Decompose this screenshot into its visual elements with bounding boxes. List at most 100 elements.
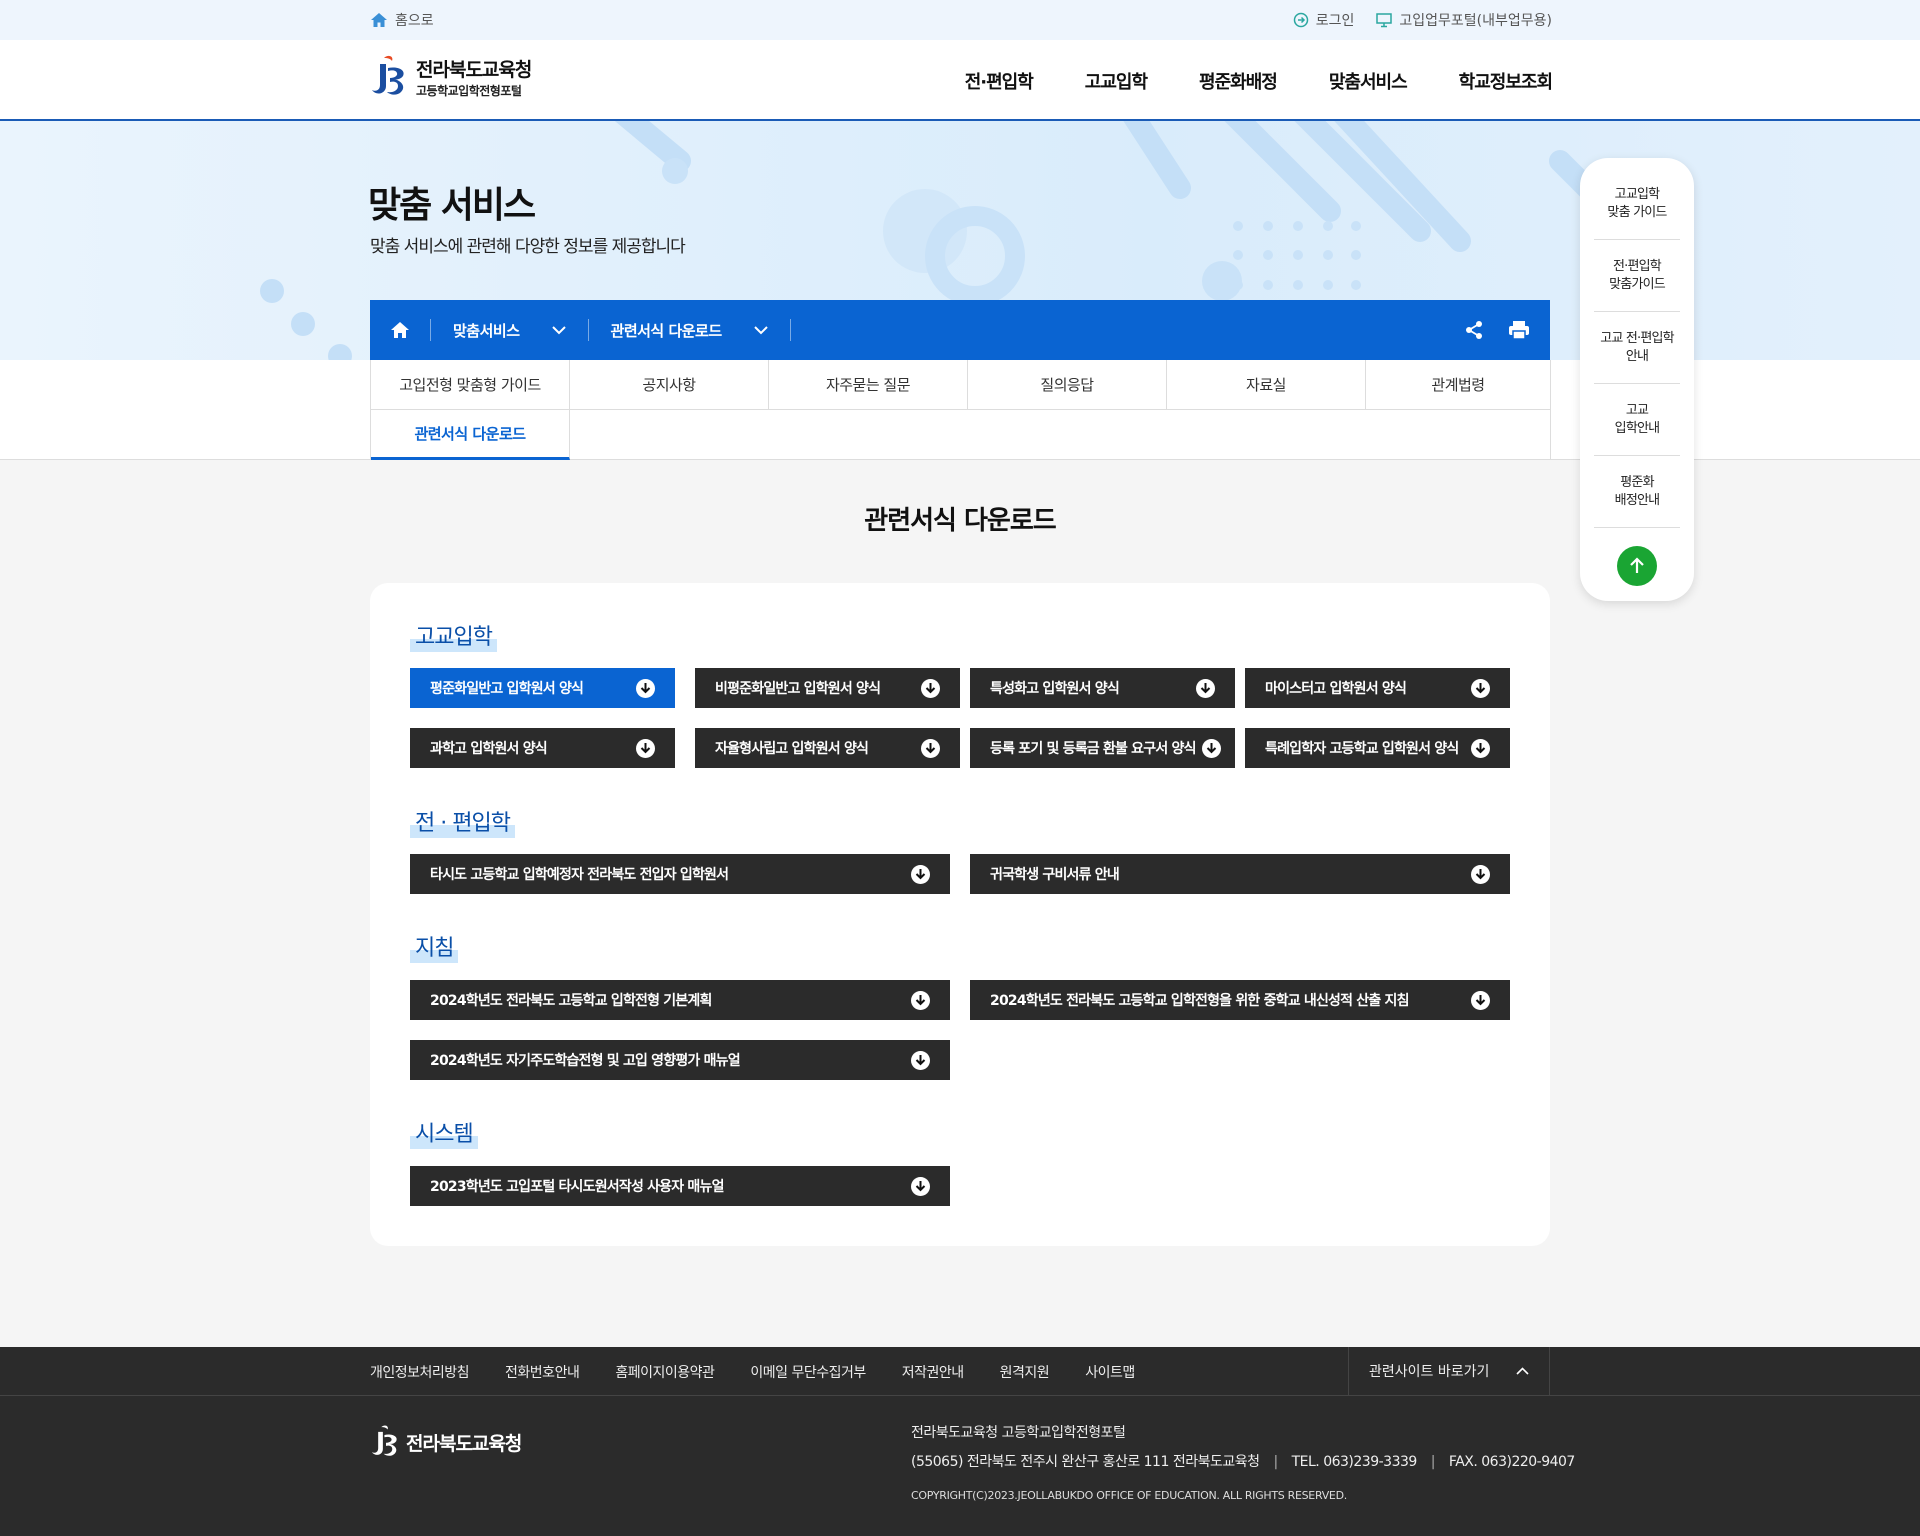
download-label: 마이스터고 입학원서 양식 bbox=[1265, 681, 1407, 697]
download-icon bbox=[1201, 738, 1221, 758]
admin-portal-label: 고입업무포털(내부업무용) bbox=[1399, 13, 1552, 29]
download-label: 특례입학자 고등학교 입학원서 양식 bbox=[1265, 741, 1459, 757]
logo-main: 전라북도교육청 bbox=[416, 59, 532, 81]
download-label: 특성화고 입학원서 양식 bbox=[990, 681, 1120, 697]
download-button[interactable]: 2023학년도 고입포털 타시도원서작성 사용자 매뉴얼 bbox=[410, 1166, 950, 1206]
footer-link-terms[interactable]: 홈페이지이용약관 bbox=[615, 1362, 715, 1382]
tab-qna[interactable]: 질의응답 bbox=[968, 360, 1167, 410]
logo-text: 전라북도교육청 고등학교입학전형포털 bbox=[416, 55, 532, 99]
footer-link-phone[interactable]: 전화번호안내 bbox=[505, 1362, 580, 1382]
quick-assignment-info[interactable]: 평준화 배정안내 bbox=[1594, 456, 1680, 528]
download-button[interactable]: 타시도 고등학교 입학예정자 전라북도 전입자 입학원서 bbox=[410, 854, 950, 894]
footer-tel: TEL. 063)239-3339 bbox=[1291, 1454, 1418, 1470]
download-button[interactable]: 특성화고 입학원서 양식 bbox=[970, 668, 1235, 708]
download-button[interactable]: 귀국학생 구비서류 안내 bbox=[970, 854, 1510, 894]
footer-link-email[interactable]: 이메일 무단수집거부 bbox=[750, 1362, 866, 1382]
download-icon bbox=[636, 738, 655, 758]
site-header: 전라북도교육청 고등학교입학전형포털 전·편입학 고교입학 평준화배정 맞춤서비… bbox=[0, 40, 1920, 121]
footer-address: (55065) 전라북도 전주시 완산구 홍산로 111 전라북도교육청 bbox=[911, 1454, 1260, 1470]
login-link[interactable]: 로그인 bbox=[1293, 10, 1355, 30]
tab-laws[interactable]: 관계법령 bbox=[1366, 360, 1551, 410]
footer-link-copyright[interactable]: 저작권안내 bbox=[902, 1362, 964, 1382]
download-button[interactable]: 2024학년도 전라북도 고등학교 입학전형 기본계획 bbox=[410, 980, 950, 1020]
quick-transfer-info[interactable]: 고교 전·편입학 안내 bbox=[1594, 312, 1680, 384]
download-label: 2024학년도 전라북도 고등학교 입학전형 기본계획 bbox=[430, 993, 712, 1009]
related-sites-dropdown[interactable]: 관련사이트 바로가기 bbox=[1348, 1347, 1550, 1395]
location-separator bbox=[789, 319, 791, 341]
download-icon bbox=[911, 864, 930, 884]
download-button[interactable]: 2024학년도 전라북도 고등학교 입학전형을 위한 중학교 내신성적 산출 지… bbox=[970, 980, 1510, 1020]
download-label: 비평준화일반고 입학원서 양식 bbox=[715, 681, 881, 697]
footer-divider bbox=[0, 1395, 1920, 1396]
location-depth2-dropdown[interactable]: 관련서식 다운로드 bbox=[589, 320, 790, 341]
tab-notice[interactable]: 공지사항 bbox=[570, 360, 769, 410]
gnb-highschool-admission[interactable]: 고교입학 bbox=[1085, 68, 1148, 94]
footer-links: 개인정보처리방침 전화번호안내 홈페이지이용약관 이메일 무단수집거부 저작권안… bbox=[370, 1347, 1135, 1397]
download-icon bbox=[911, 990, 930, 1010]
utility-bar bbox=[0, 0, 1920, 40]
admin-portal-link[interactable]: 고입업무포털(내부업무용) bbox=[1376, 10, 1552, 30]
section-title-system: 시스템 bbox=[410, 1116, 478, 1149]
chevron-down-icon bbox=[753, 325, 768, 334]
footer-link-privacy[interactable]: 개인정보처리방침 bbox=[370, 1362, 470, 1382]
download-icon bbox=[1471, 990, 1490, 1010]
download-label: 평준화일반고 입학원서 양식 bbox=[430, 681, 584, 697]
download-button[interactable]: 2024학년도 자기주도학습전형 및 고입 영향평가 매뉴얼 bbox=[410, 1040, 950, 1080]
location-depth2-label: 관련서식 다운로드 bbox=[610, 321, 723, 340]
section-title-guidelines: 지침 bbox=[410, 930, 459, 963]
tab-guide[interactable]: 고입전형 맞춤형 가이드 bbox=[371, 360, 570, 410]
download-label: 과학고 입학원서 양식 bbox=[430, 741, 548, 757]
location-depth1-dropdown[interactable]: 맞춤서비스 bbox=[431, 320, 588, 341]
gnb-transfer[interactable]: 전·편입학 bbox=[965, 68, 1034, 94]
hero-subtitle: 맞춤 서비스에 관련해 다양한 정보를 제공합니다 bbox=[370, 237, 686, 257]
download-icon bbox=[911, 1050, 930, 1070]
download-button[interactable]: 등록 포기 및 등록금 환불 요구서 양식 bbox=[970, 728, 1235, 768]
footer-org: 전라북도교육청 고등학교입학전형포털 bbox=[911, 1425, 1126, 1441]
download-label: 자율형사립고 입학원서 양식 bbox=[715, 741, 869, 757]
download-icon bbox=[911, 1176, 930, 1196]
scroll-top-button[interactable] bbox=[1617, 546, 1657, 586]
download-label: 귀국학생 구비서류 안내 bbox=[990, 867, 1120, 883]
share-icon[interactable] bbox=[1464, 320, 1484, 340]
login-label: 로그인 bbox=[1315, 13, 1355, 29]
quick-menu: 고교입학 맞춤 가이드 전·편입학 맞춤가이드 고교 전·편입학 안내 고교 입… bbox=[1580, 158, 1694, 601]
gnb-custom-service[interactable]: 맞춤서비스 bbox=[1329, 68, 1408, 94]
site-logo[interactable]: 전라북도교육청 고등학교입학전형포털 bbox=[370, 54, 532, 100]
location-home-button[interactable] bbox=[370, 321, 430, 339]
location-depth1-label: 맞춤서비스 bbox=[453, 321, 520, 340]
footer-link-remote[interactable]: 원격지원 bbox=[1000, 1362, 1050, 1382]
footer-link-sitemap[interactable]: 사이트맵 bbox=[1085, 1362, 1135, 1382]
download-button[interactable]: 자율형사립고 입학원서 양식 bbox=[695, 728, 960, 768]
logo-sub: 고등학교입학전형포털 bbox=[416, 84, 522, 98]
hero-title: 맞춤 서비스 bbox=[368, 185, 536, 226]
quick-highschool-guide[interactable]: 고교입학 맞춤 가이드 bbox=[1594, 168, 1680, 240]
download-button[interactable]: 평준화일반고 입학원서 양식 bbox=[410, 668, 675, 708]
download-icon bbox=[921, 738, 940, 758]
quick-admission-info[interactable]: 고교 입학안내 bbox=[1594, 384, 1680, 456]
monitor-icon bbox=[1376, 12, 1393, 27]
download-button[interactable]: 비평준화일반고 입학원서 양식 bbox=[695, 668, 960, 708]
download-icon bbox=[1471, 678, 1490, 698]
footer-logo-text: 전라북도교육청 bbox=[406, 1432, 522, 1455]
site-footer: 개인정보처리방침 전화번호안내 홈페이지이용약관 이메일 무단수집거부 저작권안… bbox=[0, 1347, 1920, 1536]
tab-faq[interactable]: 자주묻는 질문 bbox=[769, 360, 968, 410]
section-title-transfer: 전 · 편입학 bbox=[410, 805, 515, 838]
download-button[interactable]: 마이스터고 입학원서 양식 bbox=[1245, 668, 1510, 708]
quick-transfer-guide[interactable]: 전·편입학 맞춤가이드 bbox=[1594, 240, 1680, 312]
print-icon[interactable] bbox=[1508, 320, 1530, 340]
sub-tabs: 고입전형 맞춤형 가이드 공지사항 자주묻는 질문 질의응답 자료실 관계법령 … bbox=[370, 360, 1551, 460]
jb-logo-icon bbox=[372, 55, 404, 95]
tab-form-download[interactable]: 관련서식 다운로드 bbox=[371, 410, 570, 460]
download-button[interactable]: 특례입학자 고등학교 입학원서 양식 bbox=[1245, 728, 1510, 768]
login-icon bbox=[1293, 12, 1308, 28]
gnb-standardization[interactable]: 평준화배정 bbox=[1199, 68, 1278, 94]
gnb-school-info[interactable]: 학교정보조회 bbox=[1459, 68, 1553, 94]
tab-empty bbox=[570, 410, 1551, 460]
download-button[interactable]: 과학고 입학원서 양식 bbox=[410, 728, 675, 768]
home-link-label: 홈으로 bbox=[395, 13, 434, 29]
home-link[interactable]: 홈으로 bbox=[370, 10, 434, 30]
main-navigation: 전·편입학 고교입학 평준화배정 맞춤서비스 학교정보조회 bbox=[965, 40, 1553, 121]
utility-links: 로그인 고입업무포털(내부업무용) bbox=[1293, 10, 1552, 30]
download-card: 고교입학 평준화일반고 입학원서 양식 비평준화일반고 입학원서 양식 특성화고… bbox=[370, 583, 1550, 1246]
tab-archive[interactable]: 자료실 bbox=[1167, 360, 1366, 410]
